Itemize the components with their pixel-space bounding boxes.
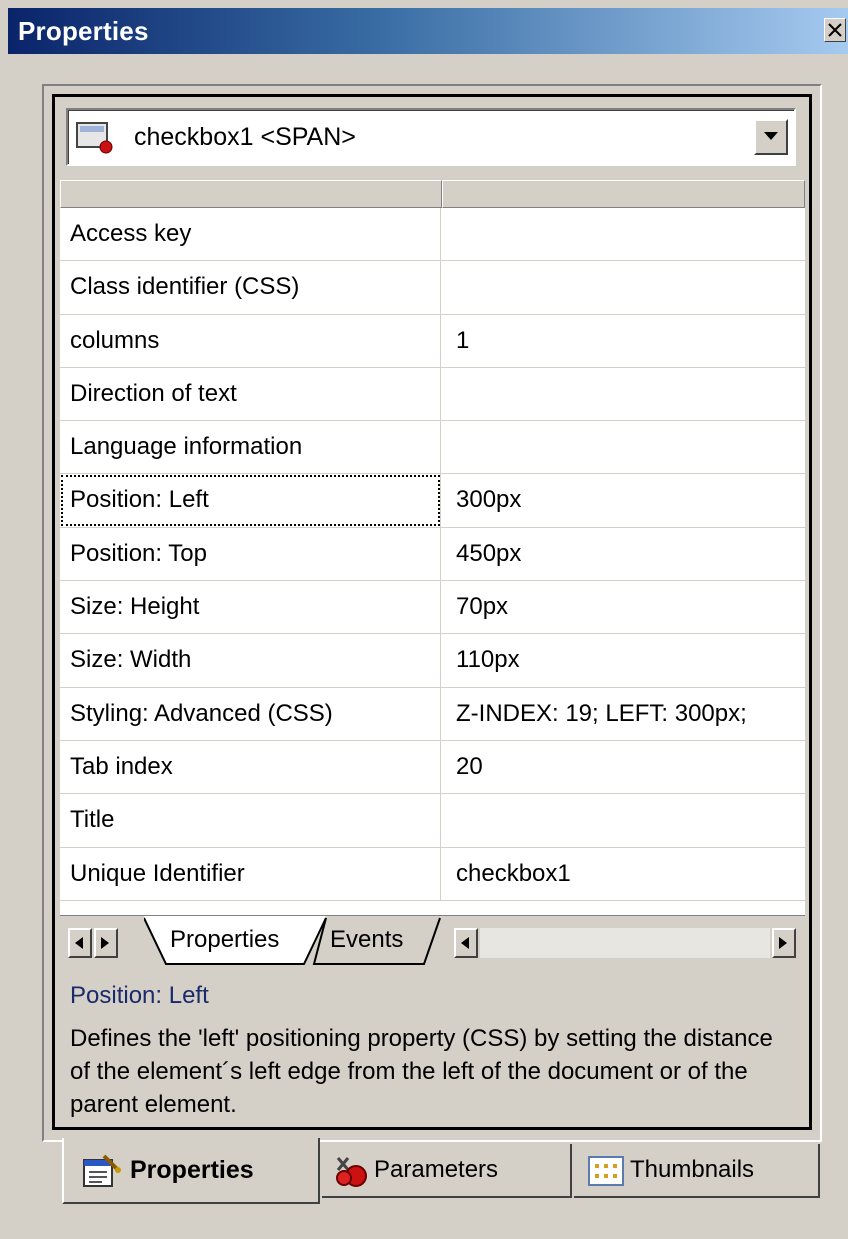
property-value[interactable] [442, 794, 805, 846]
property-row[interactable]: Direction of text [60, 367, 805, 422]
hscroll-right-button[interactable] [772, 928, 796, 958]
grid-header [60, 180, 805, 208]
horizontal-scrollbar-track[interactable] [480, 928, 770, 958]
property-row[interactable]: Position: Top 450px [60, 527, 805, 582]
properties-icon [83, 1154, 121, 1187]
property-value[interactable] [442, 208, 805, 260]
panel-tab-properties-label: Properties [130, 1156, 254, 1184]
property-description: Position: Left Defines the 'left' positi… [60, 970, 805, 1126]
header-value-column[interactable] [442, 180, 805, 208]
property-name: Direction of text [60, 367, 441, 421]
property-row[interactable]: Tab index 20 [60, 740, 805, 795]
panel-tabs: Properties Parameters Thumbnails [42, 1138, 832, 1213]
property-row[interactable]: Title [60, 794, 805, 848]
property-value[interactable] [442, 261, 805, 313]
arrow-left-icon [461, 937, 469, 949]
property-name: columns [60, 314, 441, 367]
panel-tab-thumbnails[interactable]: Thumbnails [574, 1144, 820, 1198]
tab-scroll-left-button[interactable] [68, 928, 92, 958]
property-value[interactable]: 450px [442, 528, 805, 580]
property-value[interactable] [442, 421, 805, 473]
property-row[interactable]: Size: Height 70px [60, 581, 805, 635]
property-name: Language information [60, 421, 441, 474]
parameters-icon [336, 1157, 367, 1187]
property-name: Styling: Advanced (CSS) [60, 687, 441, 740]
tab-events[interactable]: Events [330, 926, 403, 954]
window-title: Properties [18, 16, 149, 46]
chevron-down-icon [764, 132, 778, 140]
close-icon [828, 23, 842, 37]
property-value[interactable]: 300px [442, 474, 805, 526]
thumbnails-icon [588, 1156, 624, 1186]
property-row[interactable]: columns 1 [60, 314, 805, 368]
object-selector-combo[interactable]: checkbox1 <SPAN> [66, 108, 796, 166]
panel-tab-parameters-label: Parameters [374, 1156, 499, 1183]
property-name: Unique Identifier [60, 847, 441, 900]
property-grid: Access key Class identifier (CSS) column… [60, 180, 805, 915]
panel-tab-thumbnails-label: Thumbnails [630, 1156, 755, 1183]
property-row[interactable]: Size: Width 110px [60, 634, 805, 688]
property-name: Title [60, 794, 441, 847]
property-name: Access key [60, 208, 441, 261]
property-name: Class identifier (CSS) [60, 261, 441, 314]
tab-scroll-right-button[interactable] [94, 928, 118, 958]
property-name: Tab index [60, 740, 441, 794]
property-row[interactable]: Access key [60, 208, 805, 262]
property-row[interactable]: Styling: Advanced (CSS) Z-INDEX: 19; LEF… [60, 687, 805, 741]
property-row[interactable]: Unique Identifier checkbox1 [60, 847, 805, 901]
object-selector-value: checkbox1 <SPAN> [134, 123, 356, 151]
property-name: Size: Width [60, 634, 441, 687]
property-value[interactable]: 70px [442, 581, 805, 633]
property-value[interactable]: 1 [442, 315, 805, 367]
property-row[interactable]: Class identifier (CSS) [60, 261, 805, 315]
span-element-icon [76, 122, 113, 154]
property-name: Position: Top [60, 527, 441, 581]
property-row-selected[interactable]: Position: Left 300px [60, 474, 805, 528]
property-value[interactable]: 110px [442, 634, 805, 686]
close-button[interactable] [824, 18, 846, 42]
title-bar: Properties [8, 8, 848, 54]
property-name: Size: Height [60, 581, 441, 634]
arrow-right-icon [779, 937, 787, 949]
property-value[interactable]: Z-INDEX: 19; LEFT: 300px; [442, 688, 805, 740]
arrow-right-icon [101, 937, 109, 949]
header-name-column[interactable] [60, 180, 442, 208]
description-title: Position: Left [70, 982, 209, 1009]
tab-properties[interactable]: Properties [170, 926, 279, 954]
description-body: Defines the 'left' positioning property … [70, 1025, 773, 1118]
property-rows: Access key Class identifier (CSS) column… [60, 208, 805, 901]
arrow-left-icon [75, 937, 83, 949]
panel-tab-properties[interactable]: Properties [62, 1138, 320, 1204]
grid-tab-strip: Properties Events [60, 915, 805, 967]
property-row[interactable]: Language information [60, 421, 805, 475]
combo-dropdown-button[interactable] [754, 119, 788, 155]
property-value[interactable] [442, 368, 805, 420]
property-value[interactable]: checkbox1 [442, 848, 805, 900]
property-value[interactable]: 20 [442, 741, 805, 793]
panel-tab-parameters[interactable]: Parameters [322, 1144, 572, 1198]
property-name: Position: Left [60, 474, 441, 527]
hscroll-left-button[interactable] [454, 928, 478, 958]
